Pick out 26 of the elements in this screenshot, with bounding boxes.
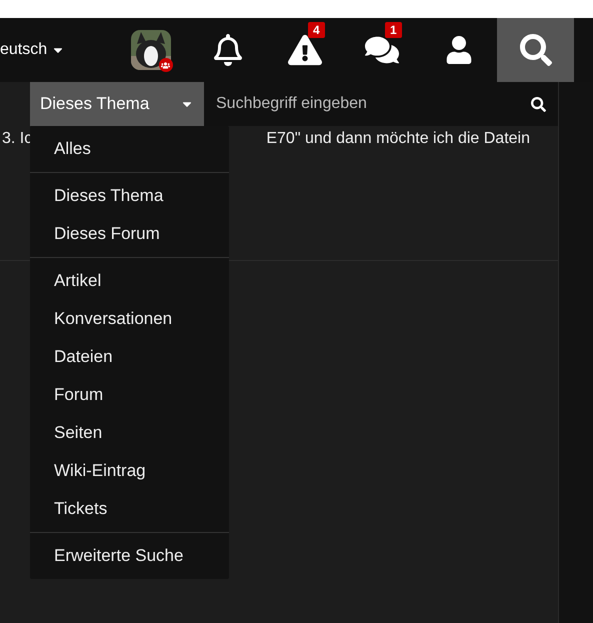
language-selector[interactable]: eutsch (0, 18, 112, 82)
search-button[interactable] (497, 18, 574, 82)
alerts-count: 4 (308, 22, 325, 38)
search-input[interactable]: Suchbegriff eingeben (214, 94, 531, 114)
menu-item[interactable]: Dieses Forum (30, 215, 229, 253)
menu-item[interactable]: Wiki-Eintrag (30, 452, 229, 490)
messages-button[interactable]: 1 (343, 18, 420, 82)
search-field[interactable]: Suchbegriff eingeben (204, 82, 558, 126)
search-icon (520, 34, 552, 66)
alerts-button[interactable]: 4 (266, 18, 343, 82)
messages-count: 1 (385, 22, 402, 38)
menu-item[interactable]: Artikel (30, 262, 229, 300)
menu-item[interactable]: Konversationen (30, 300, 229, 338)
menu-item[interactable]: Erweiterte Suche (30, 537, 229, 575)
menu-item[interactable]: Seiten (30, 414, 229, 452)
menu-item[interactable]: Forum (30, 376, 229, 414)
menu-item[interactable]: Alles (30, 130, 229, 168)
post-text: E70" und dann möchte ich die Datein (266, 130, 530, 149)
menu-item[interactable]: Dateien (30, 338, 229, 376)
bell-icon (212, 34, 244, 66)
menu-item[interactable]: Dieses Thema (30, 177, 229, 215)
scope-dropdown[interactable]: Dieses Thema (30, 82, 204, 126)
warning-icon (288, 33, 322, 67)
menu-item[interactable]: Tickets (30, 490, 229, 528)
user-icon (444, 36, 472, 64)
search-icon (531, 96, 546, 112)
